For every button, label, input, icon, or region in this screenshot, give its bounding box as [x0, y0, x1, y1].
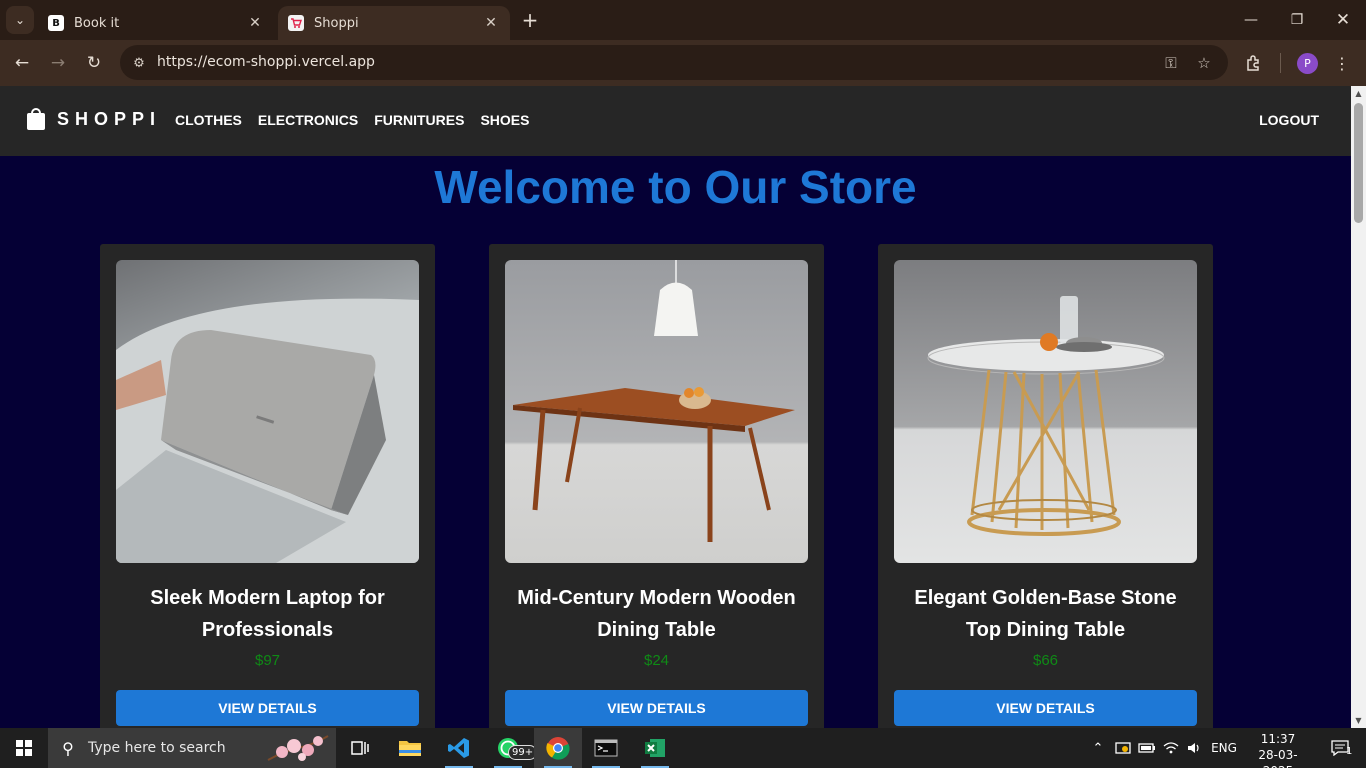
- search-icon: ⚲: [62, 738, 74, 758]
- cherry-blossom-icon: [267, 735, 329, 761]
- site-info-icon[interactable]: ⚙: [128, 52, 150, 74]
- volume-icon[interactable]: [1183, 728, 1205, 768]
- system-clock[interactable]: 11:37 28-03-2025: [1244, 731, 1312, 768]
- scroll-up-arrow-icon[interactable]: ▲: [1351, 86, 1366, 101]
- address-bar[interactable]: ⚙ https://ecom-shoppi.vercel.app ⚿ ☆: [120, 45, 1228, 80]
- tab-book-it[interactable]: B Book it ✕: [38, 6, 274, 40]
- reload-icon[interactable]: ↻: [80, 49, 108, 77]
- restore-icon[interactable]: ❐: [1274, 0, 1320, 40]
- nav-electronics[interactable]: ELECTRONICS: [258, 112, 358, 128]
- book-it-favicon-icon: B: [48, 15, 64, 31]
- product-image-stone-table[interactable]: [894, 260, 1197, 563]
- windows-taskbar: ⚲ Type here to search 99+ ⌃ ENG 11:37 28…: [0, 728, 1366, 768]
- security-tray-icon[interactable]: [1112, 728, 1134, 768]
- back-icon[interactable]: ←: [8, 49, 36, 77]
- toolbar-divider: [1280, 53, 1281, 73]
- tab-shoppi[interactable]: Shoppi ✕: [278, 6, 510, 40]
- excel-icon[interactable]: [631, 728, 679, 768]
- nav-furnitures[interactable]: FURNITURES: [374, 112, 464, 128]
- shopping-bag-icon: [27, 108, 45, 130]
- task-view-icon[interactable]: [336, 728, 384, 768]
- view-details-button[interactable]: VIEW DETAILS: [894, 690, 1197, 726]
- forward-icon[interactable]: →: [44, 49, 72, 77]
- password-key-icon[interactable]: ⚿: [1160, 52, 1182, 74]
- tab-title: Shoppi: [314, 15, 359, 31]
- taskbar-search-box[interactable]: ⚲ Type here to search: [48, 728, 336, 768]
- product-price: $66: [1032, 652, 1059, 669]
- product-image-wooden-table[interactable]: [505, 260, 808, 563]
- clock-date: 28-03-2025: [1258, 748, 1298, 768]
- product-card: Mid-Century Modern Wooden Dining Table $…: [489, 244, 824, 728]
- file-explorer-icon[interactable]: [386, 728, 434, 768]
- page-title: Welcome to Our Store: [434, 161, 917, 213]
- show-hidden-icons-chevron-icon[interactable]: ⌃: [1088, 728, 1108, 768]
- product-name[interactable]: Mid-Century Modern Wooden Dining Table: [509, 582, 804, 646]
- tab-title: Book it: [74, 15, 120, 31]
- site-navbar: SHOPPI CLOTHES ELECTRONICS FURNITURES SH…: [0, 86, 1351, 156]
- nav-shoes[interactable]: SHOES: [480, 112, 529, 128]
- product-name[interactable]: Elegant Golden-Base Stone Top Dining Tab…: [898, 582, 1193, 646]
- notification-count: 1: [1346, 746, 1353, 757]
- brand-name: SHOPPI: [57, 108, 162, 129]
- notification-badge: 99+: [508, 745, 538, 760]
- action-center-button[interactable]: 1: [1320, 728, 1360, 768]
- profile-avatar[interactable]: P: [1297, 53, 1318, 74]
- nav-clothes[interactable]: CLOTHES: [175, 112, 242, 128]
- vscode-icon[interactable]: [435, 728, 483, 768]
- minimize-icon[interactable]: —: [1228, 0, 1274, 40]
- browser-tab-bar: ⌄ B Book it ✕ Shoppi ✕ + — ❐ ✕: [0, 0, 1366, 40]
- tab-search-button[interactable]: ⌄: [6, 6, 34, 34]
- product-name[interactable]: Sleek Modern Laptop for Professionals: [120, 582, 415, 646]
- close-window-icon[interactable]: ✕: [1320, 0, 1366, 40]
- wifi-icon[interactable]: [1160, 728, 1182, 768]
- search-placeholder: Type here to search: [88, 740, 226, 756]
- close-tab-icon[interactable]: ✕: [246, 15, 264, 31]
- start-button[interactable]: [0, 728, 48, 768]
- more-menu-icon[interactable]: ⋮: [1328, 49, 1356, 77]
- input-language[interactable]: ENG: [1208, 728, 1240, 768]
- product-card: Sleek Modern Laptop for Professionals $9…: [100, 244, 435, 728]
- battery-icon[interactable]: [1136, 728, 1158, 768]
- scroll-down-arrow-icon[interactable]: ▼: [1351, 713, 1366, 728]
- page-scrollbar[interactable]: ▲ ▼: [1351, 86, 1366, 728]
- bookmark-star-icon[interactable]: ☆: [1193, 52, 1215, 74]
- scroll-thumb[interactable]: [1354, 103, 1363, 223]
- chrome-icon[interactable]: [534, 728, 582, 768]
- web-page: SHOPPI CLOTHES ELECTRONICS FURNITURES SH…: [0, 86, 1351, 728]
- close-tab-icon[interactable]: ✕: [482, 15, 500, 31]
- product-image-laptop[interactable]: [116, 260, 419, 563]
- product-price: $24: [643, 652, 670, 669]
- view-details-button[interactable]: VIEW DETAILS: [505, 690, 808, 726]
- url-text[interactable]: https://ecom-shoppi.vercel.app: [157, 54, 375, 70]
- product-card: Elegant Golden-Base Stone Top Dining Tab…: [878, 244, 1213, 728]
- category-nav: CLOTHES ELECTRONICS FURNITURES SHOES: [175, 112, 529, 128]
- whatsapp-icon[interactable]: 99+: [484, 728, 538, 768]
- logout-link[interactable]: LOGOUT: [1259, 112, 1319, 128]
- view-details-button[interactable]: VIEW DETAILS: [116, 690, 419, 726]
- windows-logo-icon: [16, 740, 32, 756]
- brand-logo[interactable]: SHOPPI: [27, 108, 161, 130]
- new-tab-button[interactable]: +: [518, 8, 542, 32]
- terminal-icon[interactable]: [582, 728, 630, 768]
- product-price: $97: [254, 652, 281, 669]
- browser-toolbar: ← → ↻ ⚙ https://ecom-shoppi.vercel.app ⚿…: [0, 40, 1366, 86]
- cart-favicon-icon: [288, 15, 304, 31]
- clock-time: 11:37: [1260, 732, 1296, 746]
- extensions-puzzle-icon[interactable]: [1240, 49, 1268, 77]
